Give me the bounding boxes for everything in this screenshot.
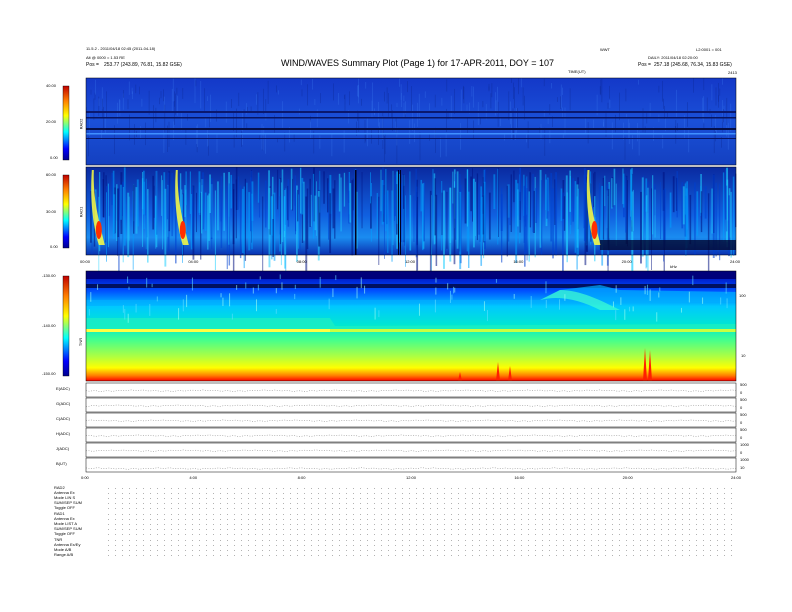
- rate-panel-frame: [85, 382, 737, 398]
- rad1-colorbar: [62, 174, 70, 249]
- rate-trace: [85, 404, 737, 407]
- time-tick-bottom-3: 12:00: [406, 475, 417, 480]
- tnr-label: TNR: [78, 337, 84, 347]
- tnr-tick-2: -150.00: [42, 371, 56, 376]
- rate-trace: [85, 467, 736, 470]
- footer-rad1-row: Toggle OFF: [54, 531, 75, 536]
- rad1-tick-1: 30.00: [46, 209, 57, 214]
- rate-right-tick: 500: [740, 412, 747, 417]
- rate-right-tick: 10: [740, 465, 745, 470]
- rate-label-0: E(ADC): [56, 386, 70, 391]
- rate-panel-frame: [85, 412, 737, 428]
- radio-burst-core-0: [95, 221, 102, 239]
- time-tick-bottom-1: 4:00: [189, 475, 198, 480]
- time-tick-top-4: 16:00: [513, 259, 524, 264]
- rate-label-1: G(ADC): [56, 401, 71, 406]
- time-tick-top-2: 08:00: [296, 259, 307, 264]
- tnr-right-tick-0: 100: [739, 293, 746, 298]
- rate-panel-frame: [85, 457, 737, 473]
- time-tick-top-5: 20:00: [621, 259, 632, 264]
- tnr-right-tick-1: 10: [741, 353, 746, 358]
- rate-trace: [86, 449, 737, 452]
- time-tick-bottom-4: 16:00: [514, 475, 525, 480]
- time-tick-bottom-2: 8:00: [297, 475, 306, 480]
- time-tick-top-3: 12:00: [405, 259, 416, 264]
- tnr-colorbar: [62, 275, 70, 377]
- rate-right-tick: 0: [740, 435, 743, 440]
- rad2-panel: [85, 77, 737, 166]
- rad2-tick-2: 0.00: [50, 155, 58, 160]
- rate-label-5: B(UT): [56, 461, 67, 466]
- rate-right-tick: 0: [740, 450, 743, 455]
- rate-trace: [85, 389, 737, 392]
- rate-right-tick: 0: [740, 420, 743, 425]
- rad2-colorbar: [62, 85, 70, 161]
- tnr-tick-1: -140.00: [42, 323, 56, 328]
- time-tick-bottom-0: 0:00: [81, 475, 89, 480]
- rate-label-4: J(ADC): [56, 446, 70, 451]
- tnr-panel: [85, 270, 737, 382]
- rate-panel-frame: [85, 397, 737, 413]
- rate-right-tick: 0: [740, 405, 743, 410]
- rad2-label: RAD2: [78, 118, 84, 130]
- rad2-tick-1: 20.00: [46, 119, 57, 124]
- time-tick-bottom-6: 24:00: [731, 475, 742, 480]
- rate-right-tick: 500: [740, 427, 747, 432]
- rate-right-tick: 1000: [740, 442, 749, 447]
- rate-label-3: H(ADC): [56, 431, 70, 436]
- rate-trace: [85, 434, 737, 437]
- tnr-corner-label: kHz: [670, 264, 677, 269]
- footer-tnr-row: Range A/B: [54, 552, 74, 557]
- rate-right-tick: 500: [740, 382, 747, 387]
- rate-panels: [85, 382, 737, 473]
- time-tick-top-6: 24:00: [730, 259, 741, 264]
- rate-label-2: C(ADC): [56, 416, 70, 421]
- rad1-label: RAD1: [78, 206, 84, 218]
- time-tick-top-1: 04:00: [188, 259, 199, 264]
- rate-right-tick: 500: [740, 397, 747, 402]
- rate-right-tick: 1000: [740, 457, 749, 462]
- rad1-tick-0: 60.00: [46, 172, 57, 177]
- radio-burst-core-1: [179, 221, 186, 239]
- rad2-tick-0: 40.00: [46, 83, 57, 88]
- radio-burst-core-2: [591, 221, 598, 239]
- rate-right-tick: 0: [740, 390, 743, 395]
- tnr-tick-0: -130.00: [42, 273, 56, 278]
- time-tick-bottom-5: 20:00: [622, 475, 633, 480]
- rate-panel-frame: [85, 427, 737, 443]
- time-tick-top-0: 00:00: [80, 259, 91, 264]
- footer-rad2-row: Toggle OFF: [54, 505, 75, 510]
- rate-trace: [85, 419, 737, 422]
- summary-plot: [62, 77, 737, 556]
- rad1-tick-2: 0.00: [50, 244, 58, 249]
